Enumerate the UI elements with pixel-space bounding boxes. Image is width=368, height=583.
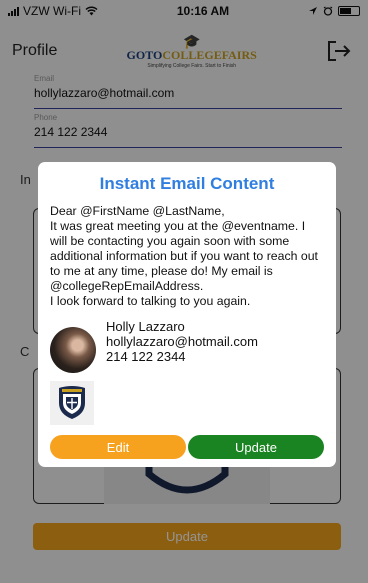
signature-block: Holly Lazzaro hollylazzaro@hotmail.com 2… bbox=[50, 319, 324, 373]
body-line: It was great meeting you at the @eventna… bbox=[50, 219, 318, 293]
body-line: I look forward to talking to you again. bbox=[50, 294, 251, 308]
avatar bbox=[50, 327, 96, 373]
edit-button[interactable]: Edit bbox=[50, 435, 186, 459]
signature-name: Holly Lazzaro bbox=[106, 319, 185, 334]
signature-email: hollylazzaro@hotmail.com bbox=[106, 334, 258, 349]
signature-phone: 214 122 2344 bbox=[106, 349, 186, 364]
update-button[interactable]: Update bbox=[188, 435, 324, 459]
body-line: Dear @FirstName @LastName, bbox=[50, 204, 225, 218]
modal-title: Instant Email Content bbox=[99, 174, 275, 193]
instant-email-modal: Instant Email Content Dear @FirstName @L… bbox=[38, 162, 336, 467]
university-shield-icon bbox=[50, 381, 94, 425]
email-content-text: Dear @FirstName @LastName, It was great … bbox=[50, 204, 324, 309]
